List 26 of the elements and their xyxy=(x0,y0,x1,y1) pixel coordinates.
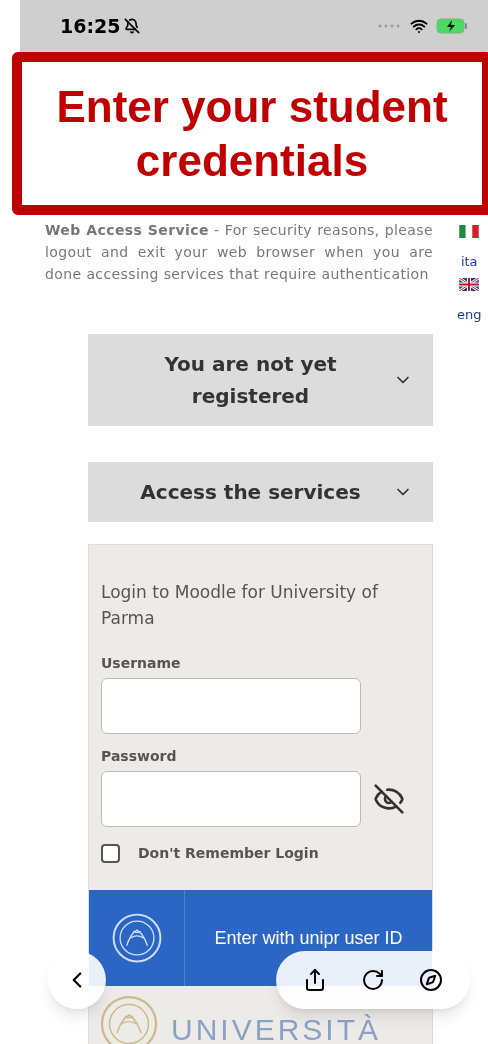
section-toggle[interactable]: Access the services xyxy=(88,462,433,522)
flag-icon xyxy=(459,225,480,238)
section-toggle[interactable]: You are not yet registered xyxy=(88,334,433,426)
status-time: 16:25 xyxy=(60,13,121,39)
share-icon[interactable] xyxy=(303,968,327,992)
username-label: Username xyxy=(101,654,182,673)
battery-charging-icon xyxy=(436,18,468,34)
checkbox-label: Don't Remember Login xyxy=(138,844,319,863)
password-field[interactable] xyxy=(101,771,361,827)
flag-icon xyxy=(459,277,480,291)
username-field[interactable] xyxy=(101,678,361,734)
signal-icon xyxy=(378,24,402,28)
seal-icon xyxy=(99,994,159,1044)
language-link[interactable]: ita xyxy=(460,252,478,272)
compass-icon[interactable] xyxy=(419,968,443,992)
reload-icon[interactable] xyxy=(361,968,385,992)
password-label: Password xyxy=(101,747,178,766)
eye-off-icon[interactable] xyxy=(373,783,405,815)
notice-text: Web Access Service - For security reasons, please logout and exit your web browser when you are done accessing services that require authentication xyxy=(45,221,433,284)
language-link[interactable]: eng xyxy=(457,304,482,324)
seal-icon xyxy=(110,912,163,964)
checkbox[interactable] xyxy=(101,844,120,863)
callout-text: Enter your student credentials xyxy=(55,80,449,187)
login-heading: Login to Moodle for University of Parma xyxy=(101,581,380,630)
university-logo-text: UNIVERSITÀ xyxy=(171,1014,382,1044)
wifi-icon xyxy=(410,17,428,35)
